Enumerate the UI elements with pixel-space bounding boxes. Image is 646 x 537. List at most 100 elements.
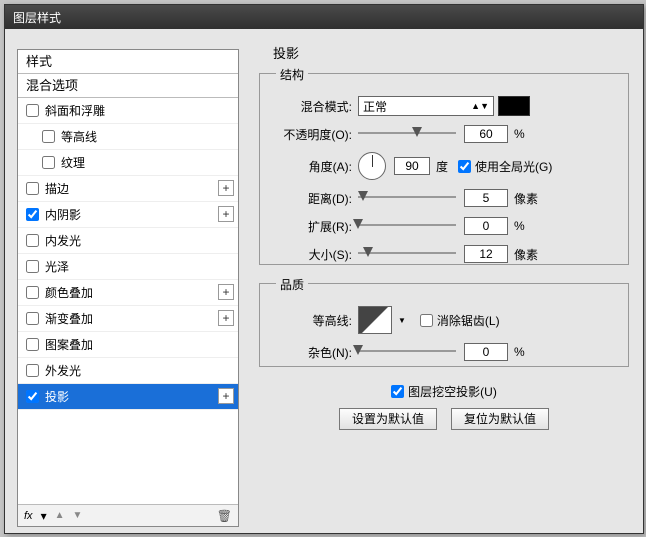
opacity-label: 不透明度(O): bbox=[270, 126, 352, 143]
style-row-投影[interactable]: 投影 + bbox=[18, 384, 238, 410]
distance-slider[interactable] bbox=[358, 191, 456, 205]
styles-header[interactable]: 样式 bbox=[18, 50, 238, 74]
style-checkbox[interactable] bbox=[26, 234, 39, 247]
noise-label: 杂色(N): bbox=[270, 344, 352, 361]
knockout-checkbox[interactable]: 图层挖空投影(U) bbox=[391, 383, 497, 400]
style-row-斜面和浮雕[interactable]: 斜面和浮雕 bbox=[18, 98, 238, 124]
global-light-input[interactable] bbox=[458, 160, 471, 173]
blend-mode-value: 正常 bbox=[363, 98, 387, 115]
style-checkbox[interactable] bbox=[26, 390, 39, 403]
dialog-content: 样式 混合选项 斜面和浮雕等高线纹理描边 + 内阴影 + 内发光光泽颜色叠加 + 渐变叠加 +… bbox=[5, 29, 643, 533]
spread-input[interactable]: 0 bbox=[464, 217, 508, 235]
style-checkbox[interactable] bbox=[42, 156, 55, 169]
style-row-渐变叠加[interactable]: 渐变叠加 + bbox=[18, 306, 238, 332]
size-label: 大小(S): bbox=[270, 246, 352, 263]
style-checkbox[interactable] bbox=[26, 260, 39, 273]
style-row-内发光[interactable]: 内发光 bbox=[18, 228, 238, 254]
distance-input[interactable]: 5 bbox=[464, 189, 508, 207]
arrow-up-icon[interactable]: ▲ bbox=[55, 510, 65, 521]
antialias-label: 消除锯齿(L) bbox=[437, 312, 500, 329]
opacity-slider[interactable] bbox=[358, 127, 456, 141]
style-label: 斜面和浮雕 bbox=[45, 102, 105, 119]
chevron-down-icon: ▾ bbox=[41, 509, 47, 523]
plus-icon[interactable]: + bbox=[218, 180, 234, 196]
angle-label: 角度(A): bbox=[270, 158, 352, 175]
titlebar[interactable]: 图层样式 bbox=[5, 5, 643, 29]
fx-label[interactable]: fx bbox=[24, 510, 33, 522]
style-row-图案叠加[interactable]: 图案叠加 bbox=[18, 332, 238, 358]
set-default-button[interactable]: 设置为默认值 bbox=[339, 408, 437, 430]
style-label: 等高线 bbox=[61, 128, 97, 145]
style-row-颜色叠加[interactable]: 颜色叠加 + bbox=[18, 280, 238, 306]
style-label: 投影 bbox=[45, 388, 69, 405]
style-row-等高线[interactable]: 等高线 bbox=[18, 124, 238, 150]
style-checkbox[interactable] bbox=[26, 286, 39, 299]
style-row-内阴影[interactable]: 内阴影 + bbox=[18, 202, 238, 228]
plus-icon[interactable]: + bbox=[218, 388, 234, 404]
spread-unit: % bbox=[514, 219, 525, 233]
style-checkbox[interactable] bbox=[26, 182, 39, 195]
knockout-label: 图层挖空投影(U) bbox=[408, 383, 497, 400]
structure-legend: 结构 bbox=[276, 66, 308, 83]
style-label: 颜色叠加 bbox=[45, 284, 93, 301]
antialias-checkbox[interactable]: 消除锯齿(L) bbox=[420, 312, 500, 329]
chevron-down-icon[interactable]: ▼ bbox=[398, 316, 406, 325]
contour-label: 等高线: bbox=[270, 312, 352, 329]
blending-options[interactable]: 混合选项 bbox=[18, 74, 238, 98]
knockout-input[interactable] bbox=[391, 385, 404, 398]
style-label: 光泽 bbox=[45, 258, 69, 275]
reset-default-button[interactable]: 复位为默认值 bbox=[451, 408, 549, 430]
angle-unit: 度 bbox=[436, 158, 448, 175]
style-label: 外发光 bbox=[45, 362, 81, 379]
noise-input[interactable]: 0 bbox=[464, 343, 508, 361]
style-label: 内发光 bbox=[45, 232, 81, 249]
size-unit: 像素 bbox=[514, 246, 538, 263]
style-label: 内阴影 bbox=[45, 206, 81, 223]
antialias-input[interactable] bbox=[420, 314, 433, 327]
arrow-down-icon[interactable]: ▼ bbox=[73, 510, 83, 521]
global-light-label: 使用全局光(G) bbox=[475, 158, 552, 175]
style-checkbox[interactable] bbox=[26, 208, 39, 221]
opacity-input[interactable]: 60 bbox=[464, 125, 508, 143]
contour-picker[interactable] bbox=[358, 306, 392, 334]
style-checkbox[interactable] bbox=[26, 364, 39, 377]
size-slider[interactable] bbox=[358, 247, 456, 261]
trash-icon[interactable]: 🗑 bbox=[217, 509, 232, 523]
quality-legend: 品质 bbox=[276, 276, 308, 293]
style-checkbox[interactable] bbox=[26, 338, 39, 351]
settings-panel: 投影 结构 混合模式: 正常 ▲▼ 不透明度(O): bbox=[253, 43, 637, 533]
style-checkbox[interactable] bbox=[26, 312, 39, 325]
style-row-纹理[interactable]: 纹理 bbox=[18, 150, 238, 176]
noise-unit: % bbox=[514, 345, 525, 359]
plus-icon[interactable]: + bbox=[218, 206, 234, 222]
global-light-checkbox[interactable]: 使用全局光(G) bbox=[458, 158, 552, 175]
window-title: 图层样式 bbox=[13, 9, 61, 26]
spread-slider[interactable] bbox=[358, 219, 456, 233]
style-checkbox[interactable] bbox=[26, 104, 39, 117]
section-title: 投影 bbox=[273, 43, 299, 62]
style-label: 描边 bbox=[45, 180, 69, 197]
style-checkbox[interactable] bbox=[42, 130, 55, 143]
distance-unit: 像素 bbox=[514, 190, 538, 207]
angle-input[interactable]: 90 bbox=[394, 157, 430, 175]
style-row-描边[interactable]: 描边 + bbox=[18, 176, 238, 202]
chevron-updown-icon: ▲▼ bbox=[471, 101, 489, 111]
color-swatch[interactable] bbox=[498, 96, 530, 116]
style-label: 图案叠加 bbox=[45, 336, 93, 353]
opacity-unit: % bbox=[514, 127, 525, 141]
style-row-光泽[interactable]: 光泽 bbox=[18, 254, 238, 280]
spread-label: 扩展(R): bbox=[270, 218, 352, 235]
structure-fieldset: 结构 混合模式: 正常 ▲▼ 不透明度(O): 60 % bbox=[259, 73, 629, 265]
styles-panel: 样式 混合选项 斜面和浮雕等高线纹理描边 + 内阴影 + 内发光光泽颜色叠加 + 渐变叠加 +… bbox=[17, 49, 239, 527]
blend-mode-select[interactable]: 正常 ▲▼ bbox=[358, 96, 494, 116]
style-label: 渐变叠加 bbox=[45, 310, 93, 327]
styles-footer: fx ▾ ▲ ▼ 🗑 bbox=[18, 504, 238, 526]
blend-mode-label: 混合模式: bbox=[270, 98, 352, 115]
plus-icon[interactable]: + bbox=[218, 284, 234, 300]
plus-icon[interactable]: + bbox=[218, 310, 234, 326]
noise-slider[interactable] bbox=[358, 345, 456, 359]
style-label: 纹理 bbox=[61, 154, 85, 171]
style-row-外发光[interactable]: 外发光 bbox=[18, 358, 238, 384]
size-input[interactable]: 12 bbox=[464, 245, 508, 263]
angle-dial[interactable] bbox=[358, 152, 386, 180]
